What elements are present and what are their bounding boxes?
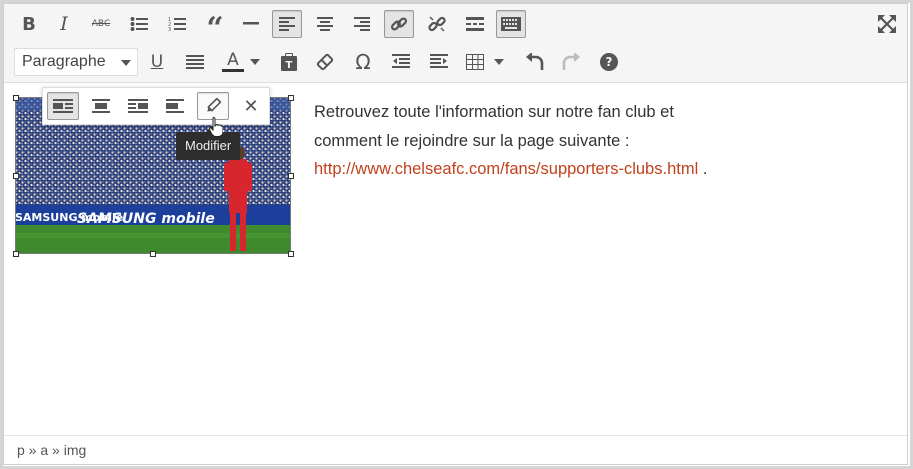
horizontal-line-icon [243, 22, 259, 25]
remove-link-button[interactable] [422, 10, 452, 38]
insert-link-button[interactable] [384, 10, 414, 38]
image-align-left-icon [53, 99, 73, 113]
table-button[interactable] [460, 48, 490, 76]
image-align-center-icon [92, 99, 110, 113]
element-path[interactable]: p » a » img [17, 442, 86, 458]
image-no-align-icon [166, 99, 184, 113]
undo-button[interactable] [520, 48, 550, 76]
undo-icon [526, 53, 544, 70]
statusbar: p » a » img [4, 435, 907, 464]
resize-handle-s[interactable] [150, 251, 156, 257]
justify-button[interactable] [180, 48, 210, 76]
table-dropdown[interactable] [492, 48, 506, 76]
trailing-text: . [698, 160, 708, 178]
close-icon: ✕ [243, 95, 259, 117]
align-left-icon [279, 17, 295, 31]
svg-text:T: T [286, 60, 293, 71]
align-left-button[interactable] [272, 10, 302, 38]
chevron-down-icon [250, 59, 260, 65]
fullscreen-icon [878, 15, 896, 33]
image-align-left-button[interactable] [47, 92, 79, 120]
tooltip-text: Modifier [185, 138, 232, 153]
image-align-right-icon [128, 99, 148, 113]
unlink-icon [428, 16, 446, 32]
redo-button[interactable] [556, 48, 586, 76]
underline-label: U [150, 52, 164, 72]
help-label: ? [605, 55, 613, 69]
text-color-button[interactable]: A [218, 48, 248, 76]
image-toolbar: ✕ [42, 87, 270, 125]
quote-icon: “ [206, 11, 224, 46]
align-center-icon [317, 17, 333, 31]
outdent-icon [392, 54, 410, 68]
supporters-link[interactable]: http://www.chelseafc.com/fans/supporters… [314, 160, 698, 178]
strikethrough-label: ABC [91, 19, 111, 29]
bullet-list-button[interactable] [124, 10, 154, 38]
bullet-list-icon [130, 17, 148, 31]
eraser-icon [316, 53, 334, 71]
chevron-down-icon [121, 60, 131, 66]
numbered-list-icon: 123 [168, 17, 186, 32]
format-select-value: Paragraphe [22, 53, 106, 70]
clear-formatting-button[interactable] [310, 48, 340, 76]
bold-label: B [22, 13, 36, 35]
fullscreen-button[interactable] [872, 10, 902, 38]
clipboard-icon: T [281, 53, 297, 71]
chevron-down-icon [494, 59, 504, 65]
underline-button[interactable]: U [142, 48, 172, 76]
image-align-center-button[interactable] [85, 92, 117, 120]
numbered-list-button[interactable]: 123 [162, 10, 192, 38]
read-more-icon [466, 17, 484, 31]
align-center-button[interactable] [310, 10, 340, 38]
indent-icon [430, 54, 448, 68]
redo-icon [562, 53, 580, 70]
editor-toolbar: B I ABC 123 “ Paragraphe U A T Ω ? [4, 4, 907, 83]
format-select[interactable]: Paragraphe [14, 48, 138, 76]
italic-button[interactable]: I [49, 10, 79, 38]
editor-content[interactable]: SAMSUNG mobile SAMSUNG mobile SAMSUNG mo… [4, 83, 907, 435]
bold-button[interactable]: B [14, 10, 44, 38]
toolbar-toggle-button[interactable] [496, 10, 526, 38]
editor-frame: B I ABC 123 “ Paragraphe U A T Ω ? SAMSU… [3, 3, 908, 465]
svg-text:3: 3 [168, 27, 171, 32]
text-color-swatch [222, 69, 244, 72]
text-color-label: A [227, 50, 239, 70]
justify-icon [186, 55, 204, 69]
strikethrough-button[interactable]: ABC [86, 10, 116, 38]
image-remove-button[interactable]: ✕ [235, 92, 267, 120]
outdent-button[interactable] [386, 48, 416, 76]
table-icon [466, 54, 484, 70]
link-icon [390, 17, 408, 31]
keyboard-icon [501, 17, 521, 31]
align-right-button[interactable] [347, 10, 377, 38]
resize-handle-se[interactable] [288, 251, 294, 257]
align-right-icon [354, 17, 370, 31]
resize-handle-w[interactable] [13, 173, 19, 179]
text-color-dropdown[interactable] [248, 48, 262, 76]
horizontal-line-button[interactable] [236, 10, 266, 38]
paragraph-text: Retrouvez toute l'information sur notre … [314, 103, 674, 150]
help-icon: ? [600, 53, 618, 71]
indent-button[interactable] [424, 48, 454, 76]
image-no-align-button[interactable] [159, 92, 191, 120]
resize-handle-sw[interactable] [13, 251, 19, 257]
read-more-button[interactable] [460, 10, 490, 38]
hand-cursor-icon [209, 117, 223, 137]
paste-as-text-button[interactable]: T [274, 48, 304, 76]
resize-handle-e[interactable] [288, 173, 294, 179]
image-align-right-button[interactable] [122, 92, 154, 120]
italic-label: I [60, 13, 68, 35]
help-button[interactable]: ? [594, 48, 624, 76]
omega-icon: Ω [355, 50, 371, 74]
resize-handle-nw[interactable] [13, 95, 19, 101]
blockquote-button[interactable]: “ [200, 10, 230, 44]
resize-handle-ne[interactable] [288, 95, 294, 101]
special-character-button[interactable]: Ω [348, 48, 378, 76]
paragraph[interactable]: Retrouvez toute l'information sur notre … [314, 98, 734, 184]
image-edit-button[interactable] [197, 92, 229, 120]
pencil-icon [207, 98, 221, 112]
